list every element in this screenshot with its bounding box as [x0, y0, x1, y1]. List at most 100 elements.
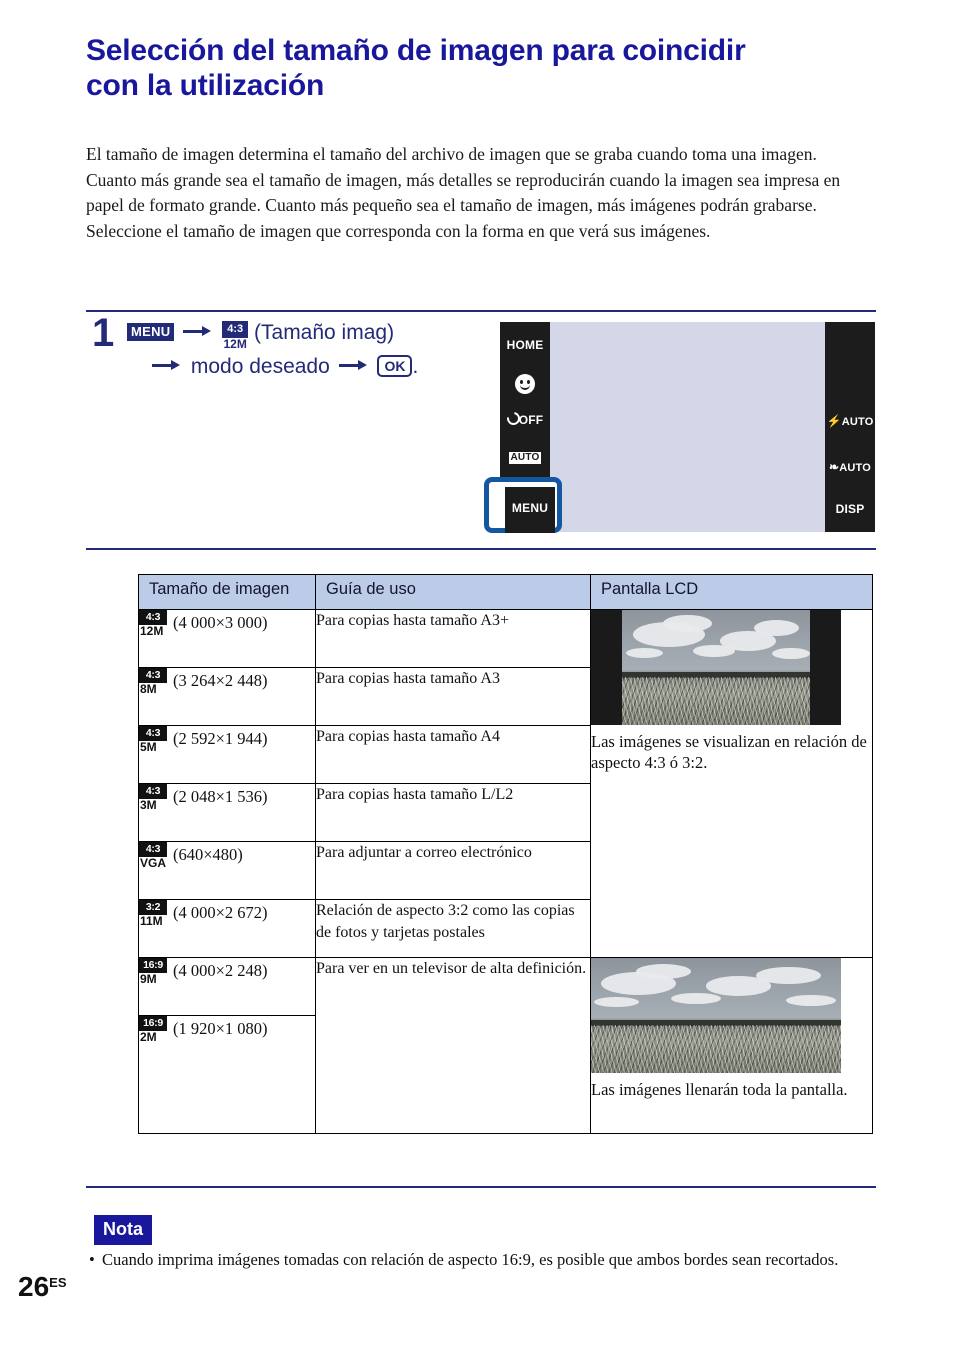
step-period: .	[412, 355, 419, 378]
menu-badge[interactable]: MENU	[127, 323, 175, 341]
photo-image	[591, 958, 841, 1073]
size-icon-2m: 16:9 2M	[139, 1016, 169, 1044]
lcd-photo-caption: Las imágenes llenarán toda la pantalla.	[591, 1080, 848, 1099]
macro-auto-icon: ❧	[828, 460, 840, 474]
size-icon-12m: 4:3 12M	[139, 610, 169, 638]
size-dimensions: (2 592×1 944)	[173, 729, 268, 748]
page-number-suffix: ES	[49, 1275, 67, 1290]
bullet-icon: •	[89, 1250, 95, 1269]
ok-button[interactable]: OK	[377, 355, 413, 377]
size-dimensions: (4 000×3 000)	[173, 613, 268, 632]
lcd-menu-label: MENU	[511, 501, 549, 515]
cell-usage-guide: Para copias hasta tamaño L/L2	[315, 783, 591, 842]
table-row: 16:9 9M (4 000×2 248) Para ver en un tel…	[138, 957, 873, 1134]
lcd-flash-auto-button[interactable]: ⚡AUTO	[825, 414, 875, 428]
cell-image-size: 4:3 5M (2 592×1 944)	[138, 725, 316, 784]
size-dimensions: (3 264×2 448)	[173, 671, 268, 690]
lcd-self-timer-label: OFF	[518, 413, 544, 427]
size-icon-mp: 2M	[140, 1030, 157, 1044]
size-dimensions: (4 000×2 248)	[173, 961, 268, 980]
lcd-self-timer-button[interactable]: OFF	[500, 409, 550, 428]
cell-image-size: 16:9 9M (4 000×2 248)	[138, 957, 316, 1016]
cell-image-size: 3:2 11M (4 000×2 672)	[138, 899, 316, 958]
cell-image-size: 4:3 3M (2 048×1 536)	[138, 783, 316, 842]
size-icon-ratio: 16:9	[139, 1016, 167, 1031]
size-icon-ratio: 4:3	[139, 842, 167, 857]
table-header-row: Tamaño de imagen Guía de uso Pantalla LC…	[138, 574, 873, 610]
cell-usage-guide: Para adjuntar a correo electrónico	[315, 841, 591, 900]
nota-badge: Nota	[94, 1215, 152, 1245]
size-icon-ratio: 4:3	[139, 726, 167, 741]
lcd-smile-shutter-button[interactable]	[500, 374, 550, 397]
self-timer-off-icon	[504, 409, 523, 428]
page-number: 26ES	[18, 1269, 67, 1301]
camera-lcd-mock: HOME OFF AUTO ⚡AUTO ❧AUTO DISP MENU	[484, 322, 875, 533]
intro-paragraph-1: El tamaño de imagen determina el tamaño …	[86, 144, 817, 164]
step-number: 1	[92, 311, 115, 355]
size-icon-mp: 9M	[140, 972, 157, 986]
photo-image	[622, 610, 810, 725]
step-line-2: modo deseado OK.	[127, 350, 477, 384]
lcd-iauto-button[interactable]: AUTO	[500, 450, 550, 464]
divider-above-step	[86, 310, 876, 312]
iauto-mode-icon: AUTO	[508, 452, 542, 464]
nota-note-text: Cuando imprima imágenes tomadas con rela…	[102, 1250, 839, 1269]
photo-frame	[591, 958, 841, 1073]
lcd-photo-fullwidth	[591, 958, 872, 1073]
step-mode-text: modo deseado	[190, 355, 330, 378]
intro-paragraph-2: Cuanto más grande sea el tamaño de image…	[86, 169, 841, 241]
divider-below-step	[86, 548, 876, 550]
size-dimensions: (640×480)	[173, 845, 243, 864]
size-dimensions: (4 000×2 672)	[173, 903, 268, 922]
step-label-paren: (Tamaño imag)	[254, 321, 395, 344]
size-icon-3m: 4:3 3M	[139, 784, 169, 812]
lcd-menu-button[interactable]: MENU	[505, 487, 555, 533]
lcd-disp-button[interactable]: DISP	[825, 502, 875, 516]
size-icon-ratio: 4:3	[139, 610, 167, 625]
size-icon-ratio: 4:3	[139, 668, 167, 683]
flash-auto-icon: ⚡	[826, 414, 842, 428]
image-size-icon-ratio: 4:3	[222, 321, 249, 338]
cell-usage-guide: Relación de aspecto 3:2 como las copias …	[315, 899, 591, 958]
lcd-flash-label: AUTO	[841, 416, 874, 428]
cell-image-size: 4:3 8M (3 264×2 448)	[138, 667, 316, 726]
size-dimensions: (1 920×1 080)	[173, 1019, 268, 1038]
lcd-menu-button-highlight[interactable]: MENU	[484, 477, 562, 533]
cell-image-size: 4:3 12M (4 000×3 000)	[138, 609, 316, 668]
lcd-photo-letterboxed	[591, 610, 872, 725]
th-image-size: Tamaño de imagen	[138, 574, 316, 610]
lcd-photo-caption: Las imágenes se visualizan en relación d…	[591, 732, 867, 772]
size-icon-ratio: 3:2	[139, 900, 167, 915]
divider-footer	[86, 1186, 876, 1188]
image-size-icon-mp: 12M	[223, 337, 247, 351]
size-icon-vga: 4:3 VGA	[139, 842, 169, 870]
lcd-macro-auto-button[interactable]: ❧AUTO	[825, 460, 875, 474]
size-icon-8m: 4:3 8M	[139, 668, 169, 696]
lcd-macro-label: AUTO	[839, 462, 872, 474]
cell-lcd-preview-169: Las imágenes llenarán toda la pantalla.	[590, 957, 873, 1134]
size-dimensions: (2 048×1 536)	[173, 787, 268, 806]
size-icon-5m: 4:3 5M	[139, 726, 169, 754]
size-icon-mp: 11M	[140, 914, 163, 928]
cell-lcd-preview-43: Las imágenes se visualizan en relación d…	[590, 609, 873, 958]
page-title: Selección del tamaño de imagen para coin…	[86, 34, 746, 102]
size-icon-mp: 8M	[140, 682, 157, 696]
photo-frame	[591, 610, 841, 725]
size-icon-mp: VGA	[140, 856, 167, 870]
size-icon-ratio: 16:9	[139, 958, 167, 973]
smile-shutter-icon	[515, 374, 535, 394]
cell-usage-guide: Para ver en un televisor de alta definic…	[315, 957, 591, 1134]
cell-usage-guide: Para copias hasta tamaño A4	[315, 725, 591, 784]
nota-note: • Cuando imprima imágenes tomadas con re…	[89, 1249, 879, 1270]
cell-image-size: 4:3 VGA (640×480)	[138, 841, 316, 900]
size-icon-mp: 3M	[140, 798, 157, 812]
arrow-right-icon	[183, 325, 213, 337]
th-usage-guide: Guía de uso	[315, 574, 591, 610]
step-line-1: MENU 4:3 12M (Tamaño imag)	[127, 316, 477, 351]
image-size-icon[interactable]: 4:3 12M	[222, 321, 249, 351]
th-lcd-screen: Pantalla LCD	[590, 574, 873, 610]
cell-usage-guide: Para copias hasta tamaño A3+	[315, 609, 591, 668]
arrow-right-icon-2	[152, 359, 182, 371]
lcd-home-button[interactable]: HOME	[500, 338, 550, 352]
table-row: 4:3 12M (4 000×3 000) Para copias hasta …	[138, 609, 873, 958]
